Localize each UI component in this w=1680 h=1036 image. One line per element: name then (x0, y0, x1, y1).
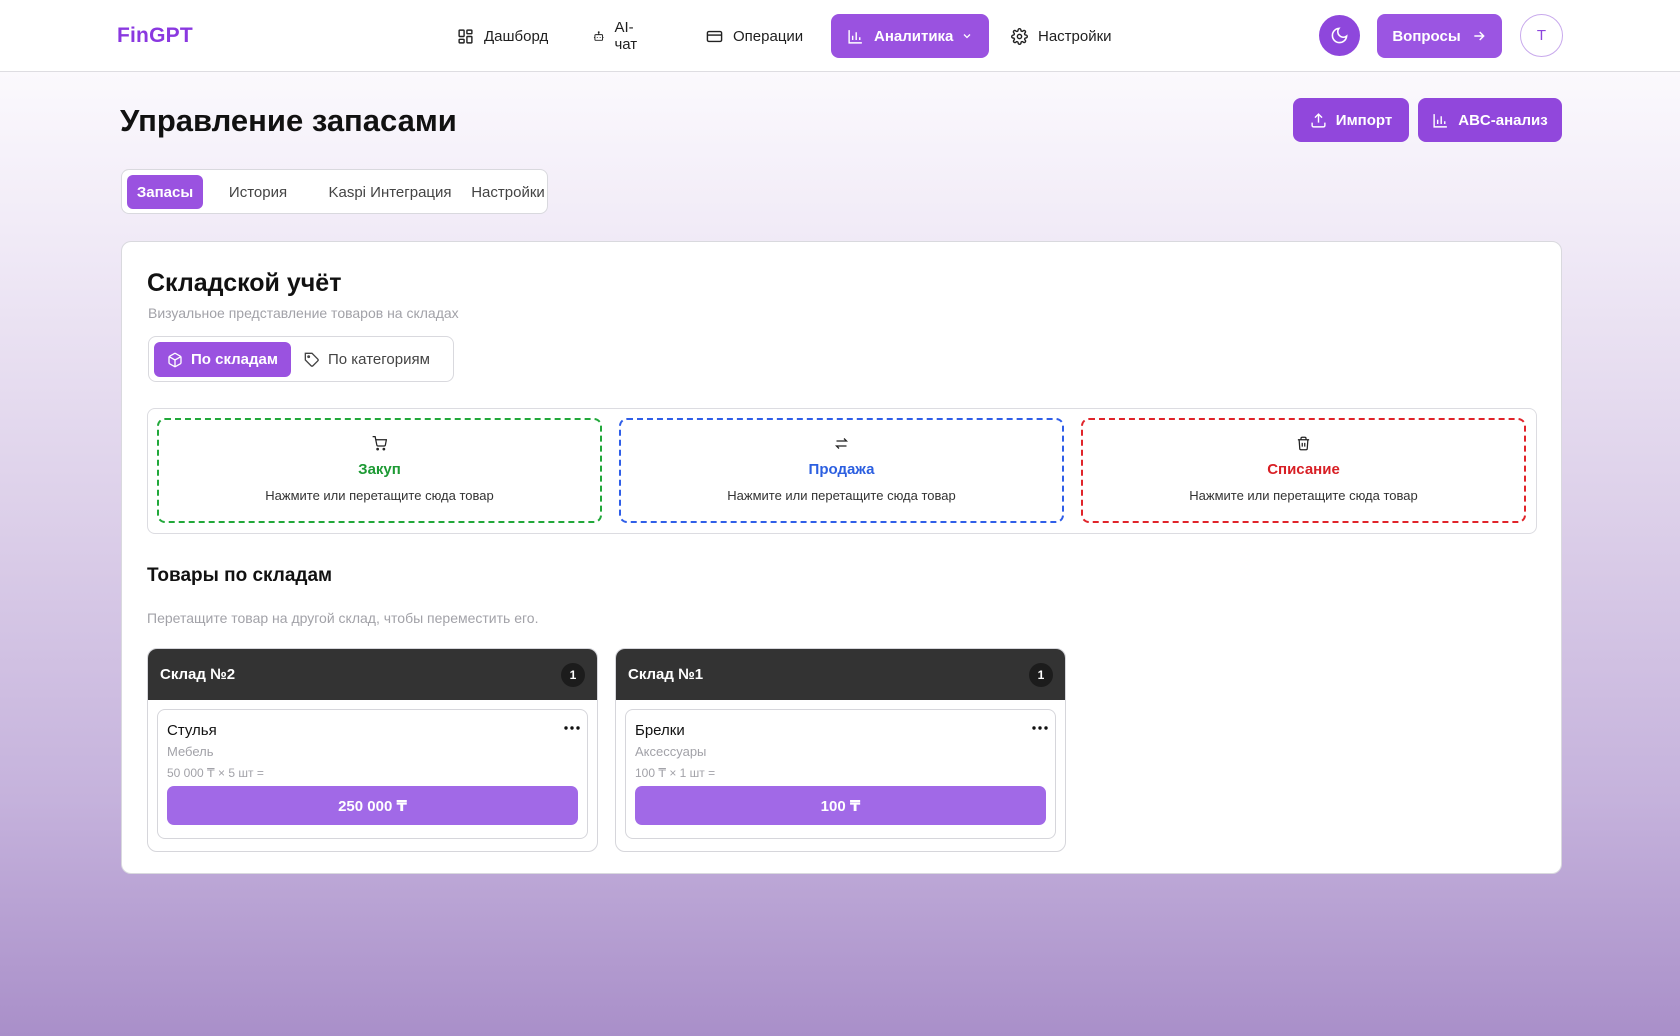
card-title: Складской учёт (147, 269, 342, 297)
drop-zones: Закуп Нажмите или перетащите сюда товар … (147, 408, 1537, 534)
product-calculation: 100 ₸ × 1 шт = (635, 766, 716, 780)
purchase-zone-title: Закуп (358, 461, 401, 478)
chevron-down-icon (963, 34, 971, 39)
theme-toggle-button[interactable] (1319, 15, 1360, 56)
purchase-drop-zone[interactable]: Закуп Нажмите или перетащите сюда товар (157, 418, 602, 523)
warehouse-count-badge: 1 (561, 663, 585, 687)
warehouse-column[interactable]: Склад №1 1 Брелки Аксессуары 100 ₸ × 1 ш… (615, 648, 1066, 852)
import-button[interactable]: Импорт (1293, 98, 1409, 142)
warehouse-accounting-card: Складской учёт Визуальное представление … (121, 241, 1562, 874)
section-hint: Перетащите товар на другой склад, чтобы … (147, 610, 539, 626)
product-total-button[interactable]: 250 000 ₸ (167, 786, 578, 825)
cart-icon (372, 436, 387, 451)
view-mode-toggle: По складам По категориям (148, 336, 454, 382)
writeoff-zone-title: Списание (1267, 461, 1340, 478)
abc-analysis-button[interactable]: ABC-анализ (1418, 98, 1562, 142)
section-title: Товары по складам (147, 565, 333, 586)
nav-label-settings: Настройки (1038, 27, 1112, 45)
gear-icon (1011, 27, 1028, 45)
bar-chart-icon (1433, 113, 1448, 128)
arrow-right-icon (1474, 31, 1485, 41)
product-card[interactable]: Брелки Аксессуары 100 ₸ × 1 шт = 100 ₸ (625, 709, 1056, 839)
view-by-warehouse-label: По складам (191, 351, 278, 368)
view-by-warehouse-button[interactable]: По складам (154, 342, 291, 377)
product-name: Стулья (167, 722, 217, 739)
tab-settings[interactable]: Настройки (471, 175, 545, 209)
box-icon (168, 352, 182, 367)
more-options-icon[interactable] (562, 720, 582, 736)
questions-label: Вопросы (1392, 27, 1461, 45)
abc-analysis-label: ABC-анализ (1458, 111, 1548, 129)
warehouse-header: Склад №2 1 (148, 649, 597, 700)
sale-zone-title: Продажа (808, 461, 875, 478)
moon-icon (1331, 27, 1348, 44)
nav-label-operations: Операции (733, 27, 804, 45)
nav-label-ai-chat: AI-чат (614, 19, 638, 53)
questions-button[interactable]: Вопросы (1377, 14, 1502, 58)
view-by-category-label: По категориям (328, 351, 430, 368)
nav-item-dashboard[interactable]: Дашборд (457, 14, 548, 58)
upload-icon (1311, 112, 1326, 128)
tab-stock[interactable]: Запасы (127, 175, 203, 209)
inventory-tabs: Запасы История Kaspi Интеграция Настройк… (121, 169, 548, 214)
purchase-zone-hint: Нажмите или перетащите сюда товар (265, 488, 494, 503)
user-avatar[interactable]: T (1520, 14, 1563, 57)
product-category: Аксессуары (635, 744, 707, 759)
bot-icon (593, 30, 604, 41)
sale-drop-zone[interactable]: Продажа Нажмите или перетащите сюда това… (619, 418, 1064, 523)
warehouse-count-badge: 1 (1029, 663, 1053, 687)
nav-label-analytics: Аналитика (874, 27, 954, 45)
tag-icon (304, 352, 319, 367)
tab-history[interactable]: История (209, 175, 307, 209)
product-category: Мебель (167, 744, 214, 759)
sale-zone-hint: Нажмите или перетащите сюда товар (727, 488, 956, 503)
page-title: Управление запасами (120, 103, 457, 138)
writeoff-drop-zone[interactable]: Списание Нажмите или перетащите сюда тов… (1081, 418, 1526, 523)
card-subtitle: Визуальное представление товаров на скла… (148, 305, 459, 321)
nav-item-ai-chat[interactable]: AI-чат (593, 14, 643, 58)
nav-label-dashboard: Дашборд (484, 27, 549, 45)
more-options-icon[interactable] (1030, 720, 1050, 736)
import-label: Импорт (1335, 111, 1393, 129)
product-name: Брелки (635, 722, 685, 739)
product-total-button[interactable]: 100 ₸ (635, 786, 1046, 825)
tab-kaspi-integration[interactable]: Kaspi Интеграция (310, 175, 470, 209)
credit-card-icon (706, 30, 723, 42)
product-calculation: 50 000 ₸ × 5 шт = (167, 766, 264, 780)
warehouse-name: Склад №2 (160, 666, 236, 683)
brand-logo[interactable]: FinGPT (117, 24, 193, 48)
warehouse-column[interactable]: Склад №2 1 Стулья Мебель 50 000 ₸ × 5 шт… (147, 648, 598, 852)
swap-arrows-icon (834, 438, 849, 449)
warehouse-header: Склад №1 1 (616, 649, 1065, 700)
view-by-category-button[interactable]: По категориям (291, 342, 443, 377)
writeoff-zone-hint: Нажмите или перетащите сюда товар (1189, 488, 1418, 503)
warehouse-name: Склад №1 (628, 666, 704, 683)
product-card[interactable]: Стулья Мебель 50 000 ₸ × 5 шт = 250 000 … (157, 709, 588, 839)
nav-item-settings[interactable]: Настройки (1011, 14, 1112, 58)
top-navbar: FinGPT Дашборд AI-чат Операции Аналитика… (0, 0, 1680, 72)
dashboard-grid-icon (458, 28, 473, 44)
nav-item-operations[interactable]: Операции (706, 14, 803, 58)
bar-chart-icon (848, 29, 862, 44)
trash-icon (1297, 436, 1310, 451)
nav-item-analytics[interactable]: Аналитика (831, 14, 990, 58)
